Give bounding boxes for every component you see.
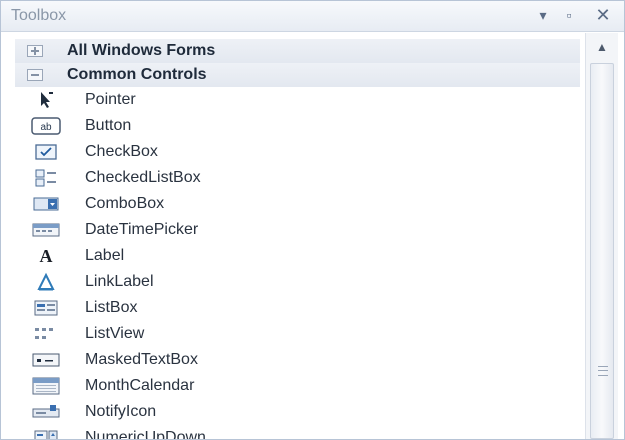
toolbox-item-checkbox[interactable]: CheckBox xyxy=(15,139,580,165)
toolbox-item-maskedtextbox[interactable]: MaskedTextBox xyxy=(15,347,580,373)
toolbox-item-monthcalendar[interactable]: MonthCalendar xyxy=(15,373,580,399)
checkbox-icon xyxy=(31,142,61,162)
item-label: MaskedTextBox xyxy=(85,351,198,368)
label-icon: A xyxy=(31,246,61,266)
item-label: ComboBox xyxy=(85,195,165,212)
combobox-icon xyxy=(31,194,61,214)
toolbox-window: Toolbox ▾ ▫ ✕ All Windows Forms Common C… xyxy=(0,0,625,440)
toolbox-item-notifyicon[interactable]: NotifyIcon xyxy=(15,399,580,425)
toolbox-item-listbox[interactable]: ListBox xyxy=(15,295,580,321)
item-label: Pointer xyxy=(85,91,136,108)
toolbox-item-checkedlistbox[interactable]: CheckedListBox xyxy=(15,165,580,191)
expand-icon[interactable] xyxy=(27,45,43,57)
item-label: CheckedListBox xyxy=(85,169,201,186)
toolbox-item-datetimepicker[interactable]: DateTimePicker xyxy=(15,217,580,243)
checkedlistbox-icon xyxy=(31,168,61,188)
group-label: All Windows Forms xyxy=(67,42,216,59)
vertical-scrollbar[interactable]: ▲ xyxy=(585,33,618,439)
group-header-common-controls[interactable]: Common Controls xyxy=(15,63,580,87)
svg-text:ab: ab xyxy=(40,122,52,133)
restore-icon[interactable]: ▫ xyxy=(559,5,579,25)
toolbox-item-pointer[interactable]: Pointer xyxy=(15,87,580,113)
toolbox-item-listview[interactable]: ListView xyxy=(15,321,580,347)
group-header-all-windows-forms[interactable]: All Windows Forms xyxy=(15,39,580,63)
linklabel-icon xyxy=(31,272,61,292)
item-label: ListBox xyxy=(85,299,138,316)
maskedtextbox-icon xyxy=(31,350,61,370)
item-label: DateTimePicker xyxy=(85,221,199,238)
listbox-icon xyxy=(31,298,61,318)
toolbox-item-numericupdown[interactable]: NumericUpDown xyxy=(15,425,580,439)
numericupdown-icon xyxy=(31,428,61,439)
scroll-thumb[interactable] xyxy=(590,63,614,439)
toolbox-item-button[interactable]: ab Button xyxy=(15,113,580,139)
listview-icon xyxy=(31,324,61,344)
toolbox-list: All Windows Forms Common Controls Pointe… xyxy=(15,33,580,439)
svg-text:A: A xyxy=(40,246,53,266)
pointer-icon xyxy=(31,90,61,110)
toolbox-item-combobox[interactable]: ComboBox xyxy=(15,191,580,217)
grip-icon xyxy=(598,366,608,376)
item-label: Button xyxy=(85,117,132,134)
window-title: Toolbox xyxy=(11,7,67,24)
button-icon: ab xyxy=(31,116,61,136)
monthcalendar-icon xyxy=(31,376,61,396)
toolbox-item-linklabel[interactable]: LinkLabel xyxy=(15,269,580,295)
close-icon[interactable]: ✕ xyxy=(593,5,613,25)
toolbox-item-label[interactable]: A Label xyxy=(15,243,580,269)
scroll-up-icon[interactable]: ▲ xyxy=(594,40,610,54)
item-label: MonthCalendar xyxy=(85,377,195,394)
notifyicon-icon xyxy=(31,402,61,422)
item-label: NotifyIcon xyxy=(85,403,157,420)
datetimepicker-icon xyxy=(31,220,61,240)
pin-icon[interactable]: ▾ xyxy=(533,5,553,25)
item-label: CheckBox xyxy=(85,143,158,160)
group-label: Common Controls xyxy=(67,66,207,83)
item-label: Label xyxy=(85,247,125,264)
collapse-icon[interactable] xyxy=(27,69,43,81)
toolbox-titlebar: Toolbox ▾ ▫ ✕ xyxy=(1,1,624,32)
item-label: ListView xyxy=(85,325,145,342)
item-label: LinkLabel xyxy=(85,273,154,290)
item-label: NumericUpDown xyxy=(85,429,206,439)
